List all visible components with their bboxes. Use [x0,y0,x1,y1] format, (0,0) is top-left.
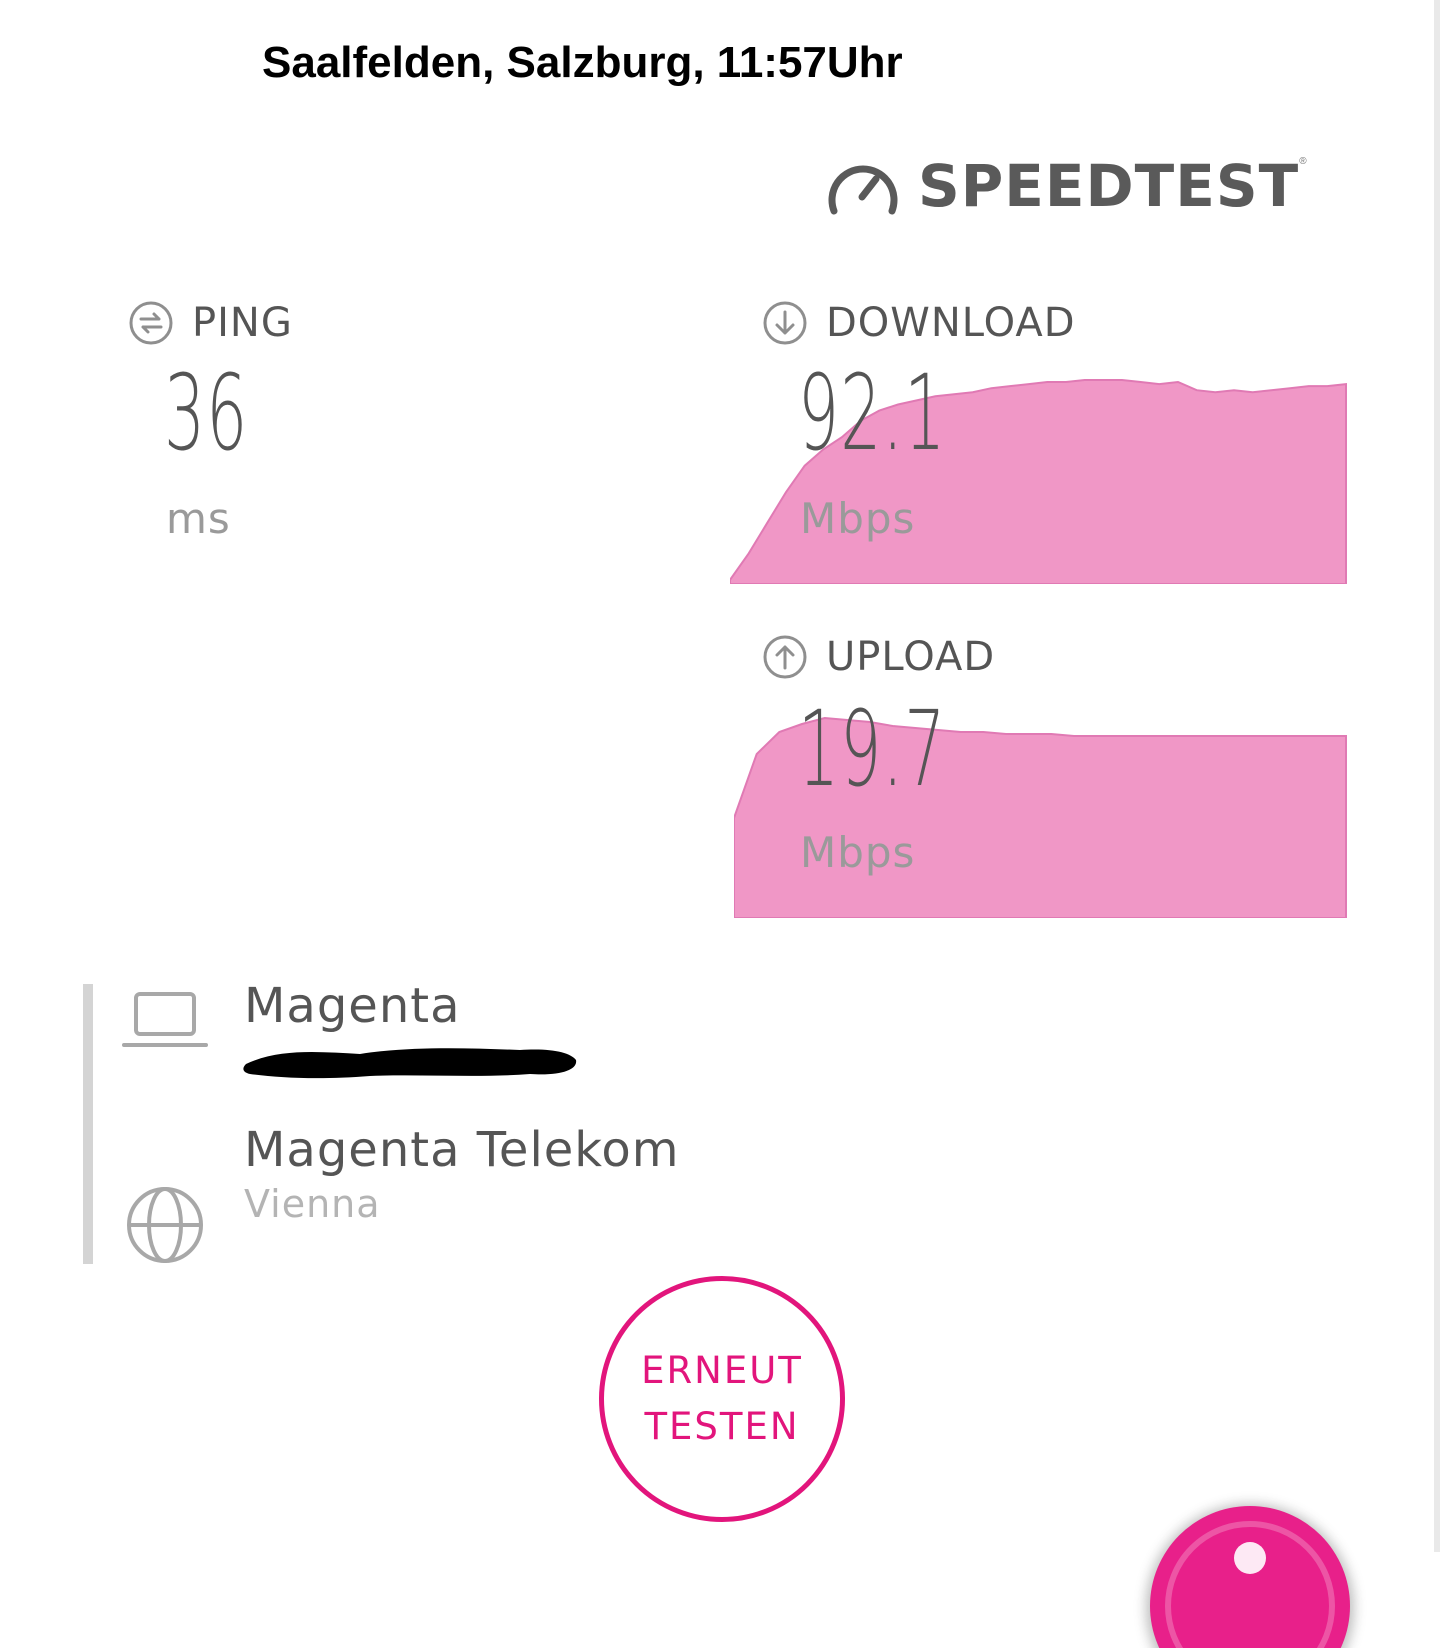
server-location[interactable]: Vienna [244,1182,381,1226]
retest-label-line1: ERNEUT [641,1349,803,1392]
server-info-bar [83,984,93,1264]
ping-header: PING [128,300,293,346]
globe-icon [124,1184,206,1266]
retest-button[interactable]: ERNEUT TESTEN [599,1276,845,1522]
speedtest-brand: SPEEDTEST ® [826,146,1307,226]
registered-mark: ® [1299,156,1307,167]
download-value: 92.1 [798,352,947,474]
upload-unit: Mbps [800,828,916,877]
upload-arrow-icon [762,634,808,680]
ping-value: 36 [164,352,249,474]
window-edge [1434,0,1440,1552]
ip-address-redacted [240,1034,582,1086]
floating-action-button[interactable] [1130,1488,1370,1648]
ping-arrows-icon [128,300,174,346]
download-unit: Mbps [800,494,916,543]
upload-value: 19.7 [798,688,947,810]
download-arrow-icon [762,300,808,346]
location-caption: Saalfelden, Salzburg, 11:57Uhr [262,38,903,87]
isp-name: Magenta [244,978,461,1034]
upload-label: UPLOAD [826,634,996,680]
server-name: Magenta Telekom [244,1122,680,1178]
laptop-icon [122,990,208,1050]
brand-name: SPEEDTEST [918,152,1300,220]
speedometer-icon [826,153,900,219]
ping-unit: ms [166,494,231,543]
download-header: DOWNLOAD [762,300,1076,346]
upload-header: UPLOAD [762,634,995,680]
retest-label-line2: TESTEN [644,1405,800,1448]
ping-label: PING [192,300,293,346]
download-label: DOWNLOAD [826,300,1076,346]
